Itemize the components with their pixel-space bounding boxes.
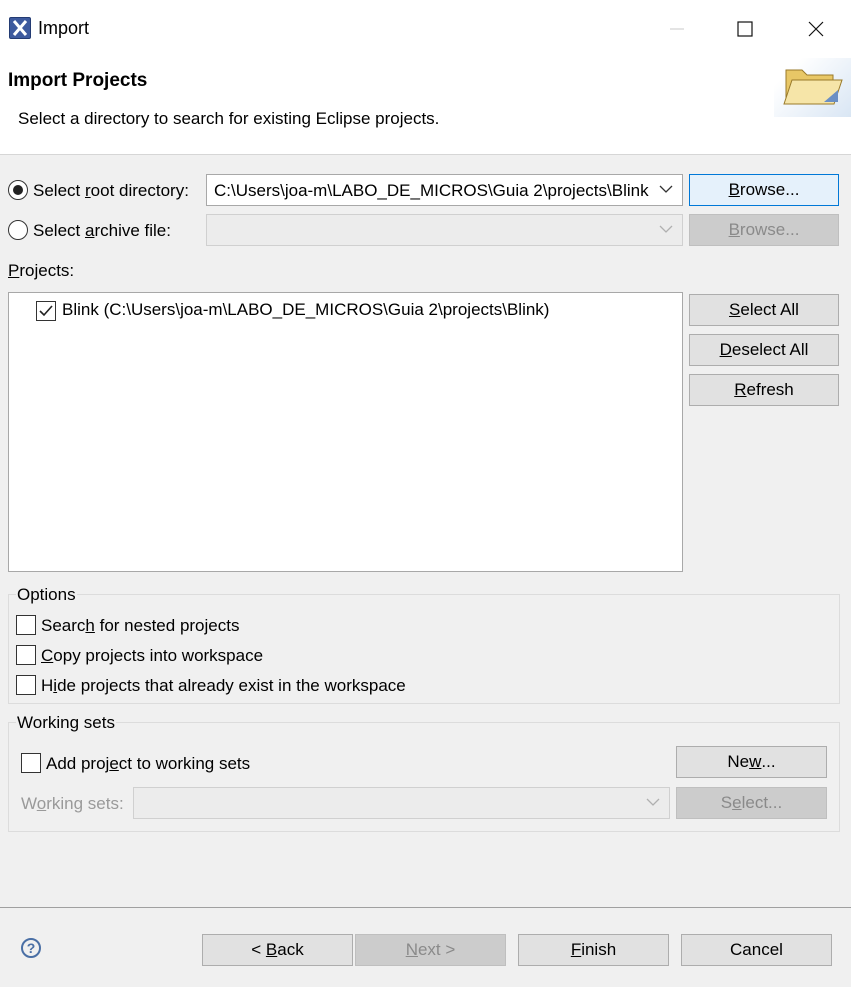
browse-archive-button[interactable]: Browse...: [689, 214, 839, 246]
finish-button[interactable]: Finish: [518, 934, 669, 966]
select-root-directory-radio[interactable]: [8, 180, 28, 200]
add-to-working-sets-label: Add project to working sets: [46, 754, 251, 773]
select-root-directory-label: Select root directory:: [33, 181, 189, 200]
archive-file-combo[interactable]: [206, 214, 683, 246]
project-item-label: Blink (C:\Users\joa-m\LABO_DE_MICROS\Gui…: [62, 300, 550, 319]
project-checkbox[interactable]: [36, 301, 56, 321]
chevron-down-icon: [646, 798, 660, 806]
browse-root-button[interactable]: Browse...: [689, 174, 839, 206]
add-to-working-sets-checkbox[interactable]: [21, 753, 41, 773]
checkmark-icon: [39, 305, 53, 317]
search-nested-checkbox[interactable]: [16, 615, 36, 635]
working-sets-label: Working sets:: [21, 794, 124, 813]
next-button[interactable]: Next >: [355, 934, 506, 966]
window-title: Import: [38, 18, 90, 38]
select-archive-file-label: Select archive file:: [33, 221, 171, 240]
help-icon[interactable]: ?: [21, 938, 41, 958]
minimize-button[interactable]: [654, 10, 700, 48]
options-group-label: Options: [16, 585, 77, 605]
hide-existing-label: Hide projects that already exist in the …: [41, 676, 406, 695]
copy-projects-label: Copy projects into workspace: [41, 646, 264, 665]
refresh-button[interactable]: Refresh: [689, 374, 839, 406]
maximize-button[interactable]: [722, 10, 768, 48]
footer-separator: [0, 907, 851, 908]
chevron-down-icon: [659, 225, 673, 233]
select-all-button[interactable]: Select All: [689, 294, 839, 326]
select-working-sets-button[interactable]: Se lect...: [676, 787, 827, 819]
page-title: Import Projects: [8, 70, 148, 91]
page-description: Select a directory to search for existin…: [18, 109, 440, 128]
banner-graphic: [774, 58, 851, 117]
search-nested-label: Search for nested projects: [41, 616, 240, 635]
working-sets-group-label: Working sets: [16, 713, 116, 733]
copy-projects-checkbox[interactable]: [16, 645, 36, 665]
root-directory-value: C:\Users\joa-m\LABO_DE_MICROS\Guia 2\pro…: [214, 181, 649, 200]
eclipse-x-icon: [9, 17, 31, 39]
new-working-set-button[interactable]: Ne w...: [676, 746, 827, 778]
folder-icon: [783, 69, 843, 105]
deselect-all-button[interactable]: Deselect All: [689, 334, 839, 366]
working-sets-combo[interactable]: [133, 787, 670, 819]
projects-list[interactable]: Blink (C:\Users\joa-m\LABO_DE_MICROS\Gui…: [8, 292, 683, 572]
projects-label: Projects:: [8, 261, 75, 280]
cancel-button[interactable]: Cancel: [681, 934, 832, 966]
hide-existing-checkbox[interactable]: [16, 675, 36, 695]
root-directory-combo[interactable]: C:\Users\joa-m\LABO_DE_MICROS\Guia 2\pro…: [206, 174, 683, 206]
chevron-down-icon: [659, 185, 673, 193]
close-button[interactable]: [793, 10, 839, 48]
back-button[interactable]: < Back: [202, 934, 353, 966]
select-archive-file-radio[interactable]: [8, 220, 28, 240]
